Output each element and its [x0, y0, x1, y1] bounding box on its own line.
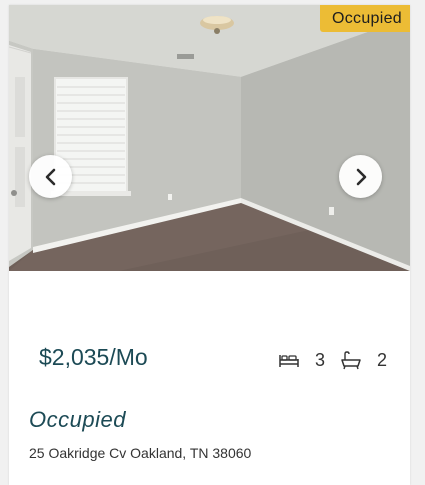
previous-photo-button[interactable]: [29, 155, 72, 198]
bathtub-icon: [339, 350, 363, 370]
room-features: 3 2: [277, 348, 387, 372]
listing-address[interactable]: 25 Oakridge Cv Oakland, TN 38060: [29, 445, 251, 461]
price-unit: /Mo: [109, 344, 148, 370]
bath-count: 2: [377, 349, 388, 370]
listing-card[interactable]: Occupied $2,035/Mo 3 2 Occupied 25 Oakri…: [9, 5, 410, 485]
rent-price: $2,035/Mo: [39, 344, 148, 371]
bed-count: 3: [315, 349, 326, 370]
chevron-left-icon: [45, 168, 55, 185]
listing-status: Occupied: [29, 407, 126, 432]
bed-icon: [277, 350, 301, 370]
price-amount: $2,035: [39, 344, 110, 370]
chevron-right-icon: [356, 168, 366, 185]
status-badge: Occupied: [320, 5, 410, 32]
next-photo-button[interactable]: [339, 155, 382, 198]
listing-photo[interactable]: Occupied: [9, 5, 410, 271]
room-photo-illustration: [9, 5, 410, 271]
